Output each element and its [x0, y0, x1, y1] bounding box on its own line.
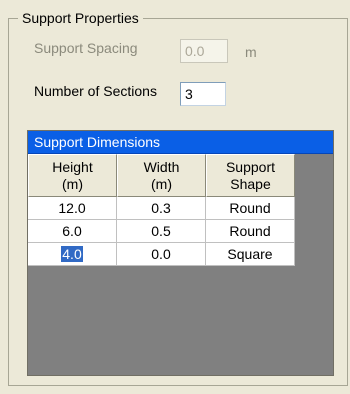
support-shape-cell[interactable]: Round	[206, 197, 295, 220]
support-shape-cell[interactable]: Round	[206, 220, 295, 243]
column-header-support-shape[interactable]: Support Shape	[206, 154, 295, 197]
width-cell[interactable]: 0.0	[117, 243, 206, 266]
column-header-width[interactable]: Width (m)	[117, 154, 206, 197]
support-spacing-label: Support Spacing	[34, 40, 138, 56]
height-cell-selected[interactable]: 4.0	[28, 243, 117, 266]
width-cell[interactable]: 0.3	[117, 197, 206, 220]
support-dimensions-grid: Support Dimensions Height (m) Width (m) …	[27, 130, 334, 376]
support-spacing-input[interactable]: 0.0	[180, 39, 228, 63]
number-of-sections-label: Number of Sections	[34, 83, 157, 99]
support-shape-cell[interactable]: Square	[206, 243, 295, 266]
column-header-height[interactable]: Height (m)	[28, 154, 117, 197]
width-cell[interactable]: 0.5	[117, 220, 206, 243]
height-cell[interactable]: 12.0	[28, 197, 117, 220]
number-of-sections-input[interactable]: 3	[180, 82, 226, 106]
support-spacing-unit: m	[245, 44, 257, 60]
group-title: Support Properties	[18, 9, 143, 27]
height-cell[interactable]: 6.0	[28, 220, 117, 243]
grid-caption: Support Dimensions	[28, 131, 333, 154]
selected-text: 4.0	[61, 246, 83, 262]
